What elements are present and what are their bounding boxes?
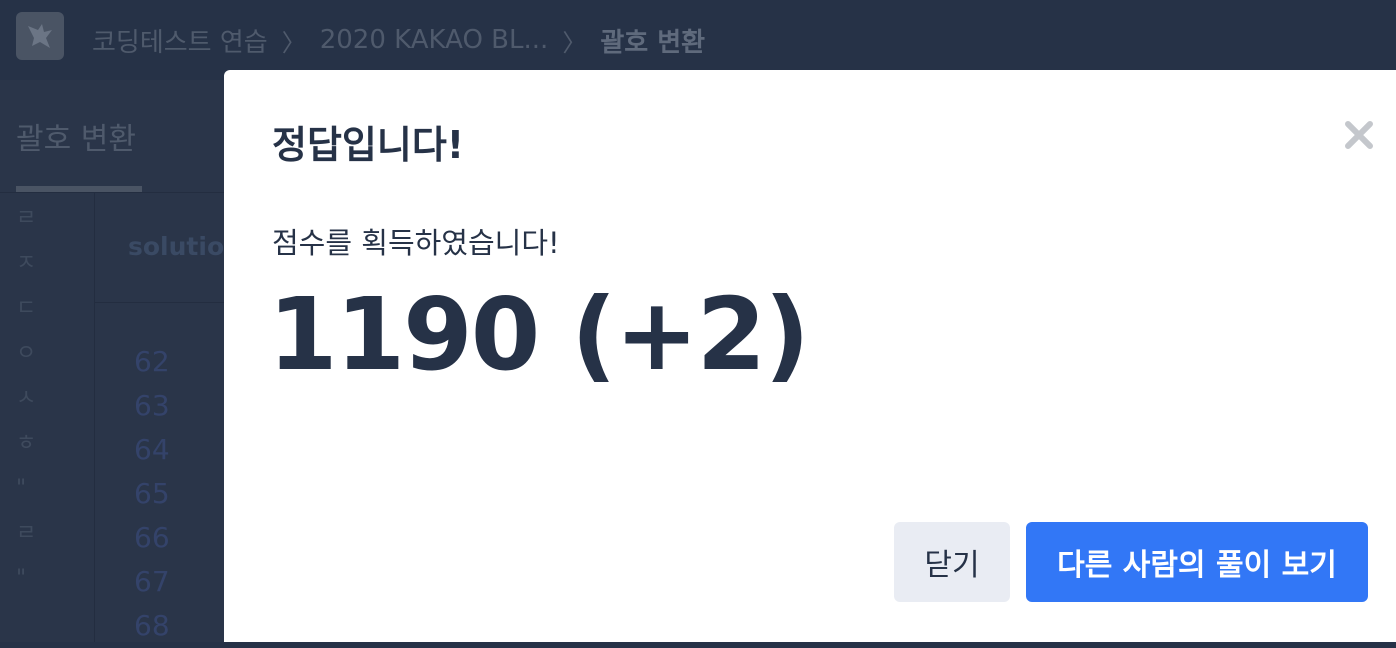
result-modal: 정답입니다! 점수를 획득하였습니다! 1190 (+2) 닫기 다른 사람의 … — [224, 70, 1396, 642]
line-number: 67 — [134, 565, 170, 598]
text-fragment: ㅎ — [16, 431, 37, 456]
line-number: 66 — [134, 521, 170, 554]
line-number: 64 — [134, 433, 170, 466]
text-fragment: " — [16, 476, 27, 501]
breadcrumb-item-contest[interactable]: 2020 KAKAO BL... — [320, 25, 549, 55]
chevron-right-icon: 〉 — [281, 28, 306, 57]
score-value: 1190 (+2) — [268, 276, 810, 393]
problem-text-fragments: ㄹ ㅈ ㄷ ㅇ ㅅ ㅎ " ㄹ " — [16, 196, 36, 601]
breadcrumb: 코딩테스트 연습 〉 2020 KAKAO BL... 〉 괄호 변환 — [92, 22, 705, 58]
modal-title: 정답입니다! — [272, 123, 465, 167]
text-fragment: " — [16, 566, 27, 591]
text-fragment: ㄹ — [16, 206, 37, 231]
text-fragment: ㅈ — [16, 251, 37, 276]
text-fragment: ㄹ — [16, 521, 37, 546]
line-number: 68 — [134, 609, 170, 642]
divider — [94, 193, 95, 642]
breadcrumb-current: 괄호 변환 — [600, 27, 706, 58]
text-fragment: ㅅ — [16, 386, 37, 411]
line-number: 65 — [134, 477, 170, 510]
logo-icon[interactable] — [16, 12, 64, 60]
top-navigation-bar: 코딩테스트 연습 〉 2020 KAKAO BL... 〉 괄호 변환 — [0, 0, 1396, 80]
tab-problem-title[interactable]: 괄호 변환 — [16, 114, 136, 158]
divider — [95, 302, 224, 303]
divider — [0, 192, 224, 193]
text-fragment: ㄷ — [16, 296, 37, 321]
close-icon[interactable] — [1342, 118, 1376, 152]
close-button[interactable]: 닫기 — [894, 522, 1010, 602]
line-number: 62 — [134, 345, 170, 378]
text-fragment: ㅇ — [16, 341, 37, 366]
view-others-solutions-button[interactable]: 다른 사람의 풀이 보기 — [1026, 522, 1368, 602]
modal-message: 점수를 획득하였습니다! — [272, 226, 560, 260]
line-number: 63 — [134, 389, 170, 422]
breadcrumb-item-practice[interactable]: 코딩테스트 연습 — [92, 22, 268, 59]
chevron-right-icon: 〉 — [562, 28, 587, 57]
editor-line-numbers: 62 63 64 65 66 67 68 — [134, 340, 170, 648]
